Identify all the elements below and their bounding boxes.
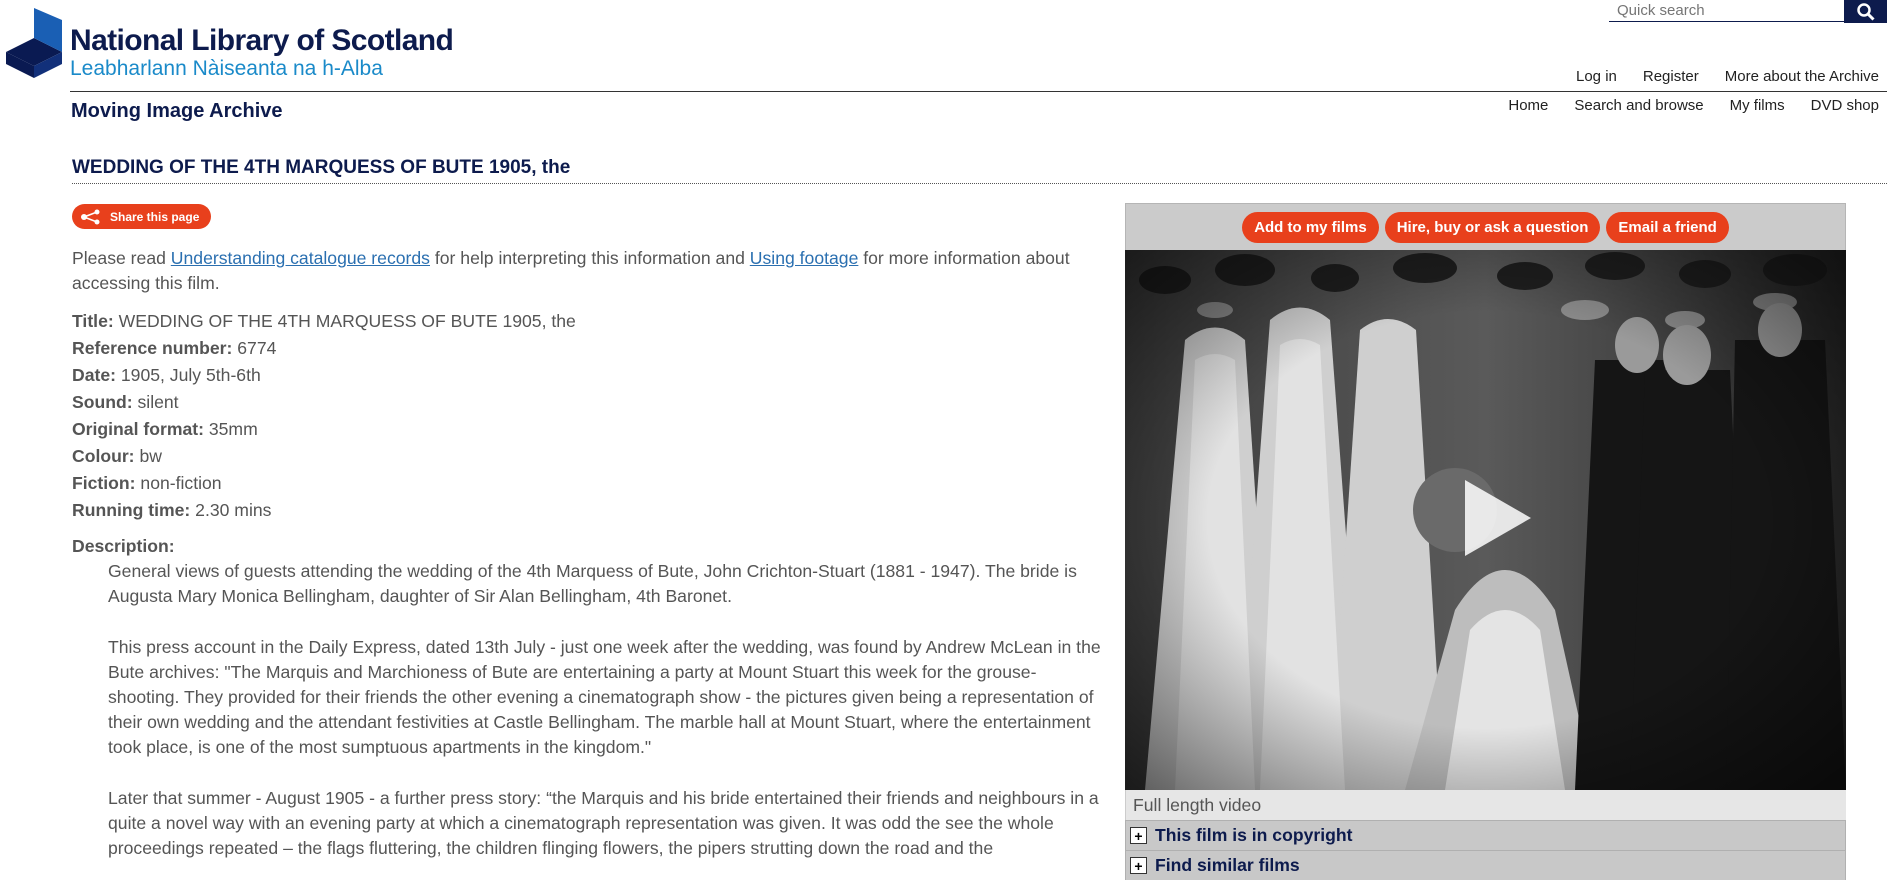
section-title[interactable]: Moving Image Archive [71,100,283,123]
intro-text: Please read Understanding catalogue reco… [72,248,1070,293]
share-icon [81,209,100,224]
main-nav: Home Search and browse My films DVD shop [1508,97,1879,114]
catalogue-record: Please read Understanding catalogue reco… [72,246,1102,887]
film-sidebar: Add to my films Hire, buy or ask a quest… [1125,203,1846,880]
video-caption: Full length video [1125,790,1846,820]
quick-search [1609,0,1887,23]
play-icon[interactable] [1455,478,1535,558]
search-button[interactable] [1844,0,1887,23]
nav-my-films[interactable]: My films [1730,97,1785,114]
field-title: Title: WEDDING OF THE 4TH MARQUESS OF BU… [72,311,576,331]
description: General views of guests attending the we… [108,559,1102,861]
understanding-catalogue-records-link[interactable]: Understanding catalogue records [171,248,430,268]
header-divider [70,91,1887,92]
hire-buy-ask-button[interactable]: Hire, buy or ask a question [1384,211,1601,243]
field-sound: Sound: silent [72,392,179,412]
using-footage-link[interactable]: Using footage [750,248,859,268]
description-paragraph: General views of guests attending the we… [108,561,1077,606]
account-nav: Log in Register More about the Archive [1576,68,1879,85]
plus-icon: + [1130,827,1147,844]
description-paragraph: Later that summer - August 1905 - a furt… [108,788,1099,858]
field-fiction: Fiction: non-fiction [72,473,222,493]
search-input[interactable] [1609,0,1844,22]
field-date: Date: 1905, July 5th-6th [72,365,261,385]
plus-icon: + [1130,857,1147,874]
copyright-accordion[interactable]: + This film is in copyright [1125,820,1846,850]
add-to-my-films-button[interactable]: Add to my films [1242,211,1379,243]
description-paragraph: This press account in the Daily Express,… [108,637,1101,757]
field-running-time: Running time: 2.30 mins [72,500,272,520]
film-actions: Add to my films Hire, buy or ask a quest… [1125,203,1846,250]
login-link[interactable]: Log in [1576,68,1617,85]
nav-search-and-browse[interactable]: Search and browse [1574,97,1703,114]
page-title: WEDDING OF THE 4TH MARQUESS OF BUTE 1905… [72,157,1887,184]
video-player[interactable] [1125,250,1846,790]
email-a-friend-button[interactable]: Email a friend [1606,211,1729,243]
share-button[interactable]: Share this page [72,204,212,229]
search-icon [1856,2,1875,21]
brand-gaelic-name[interactable]: Leabharlann Nàiseanta na h-Alba [70,57,383,81]
field-original-format: Original format: 35mm [72,419,258,439]
more-about-archive-link[interactable]: More about the Archive [1725,68,1879,85]
nls-logo-icon[interactable] [2,8,66,78]
nav-dvd-shop[interactable]: DVD shop [1811,97,1879,114]
brand-name[interactable]: National Library of Scotland [70,24,454,58]
find-similar-films-accordion[interactable]: + Find similar films [1125,850,1846,880]
share-button-label: Share this page [110,209,200,224]
description-label: Description: [72,536,175,556]
accordion-label: Find similar films [1155,855,1300,875]
nav-home[interactable]: Home [1508,97,1548,114]
accordion-label: This film is in copyright [1155,825,1353,845]
field-reference-number: Reference number: 6774 [72,338,277,358]
register-link[interactable]: Register [1643,68,1699,85]
field-colour: Colour: bw [72,446,162,466]
